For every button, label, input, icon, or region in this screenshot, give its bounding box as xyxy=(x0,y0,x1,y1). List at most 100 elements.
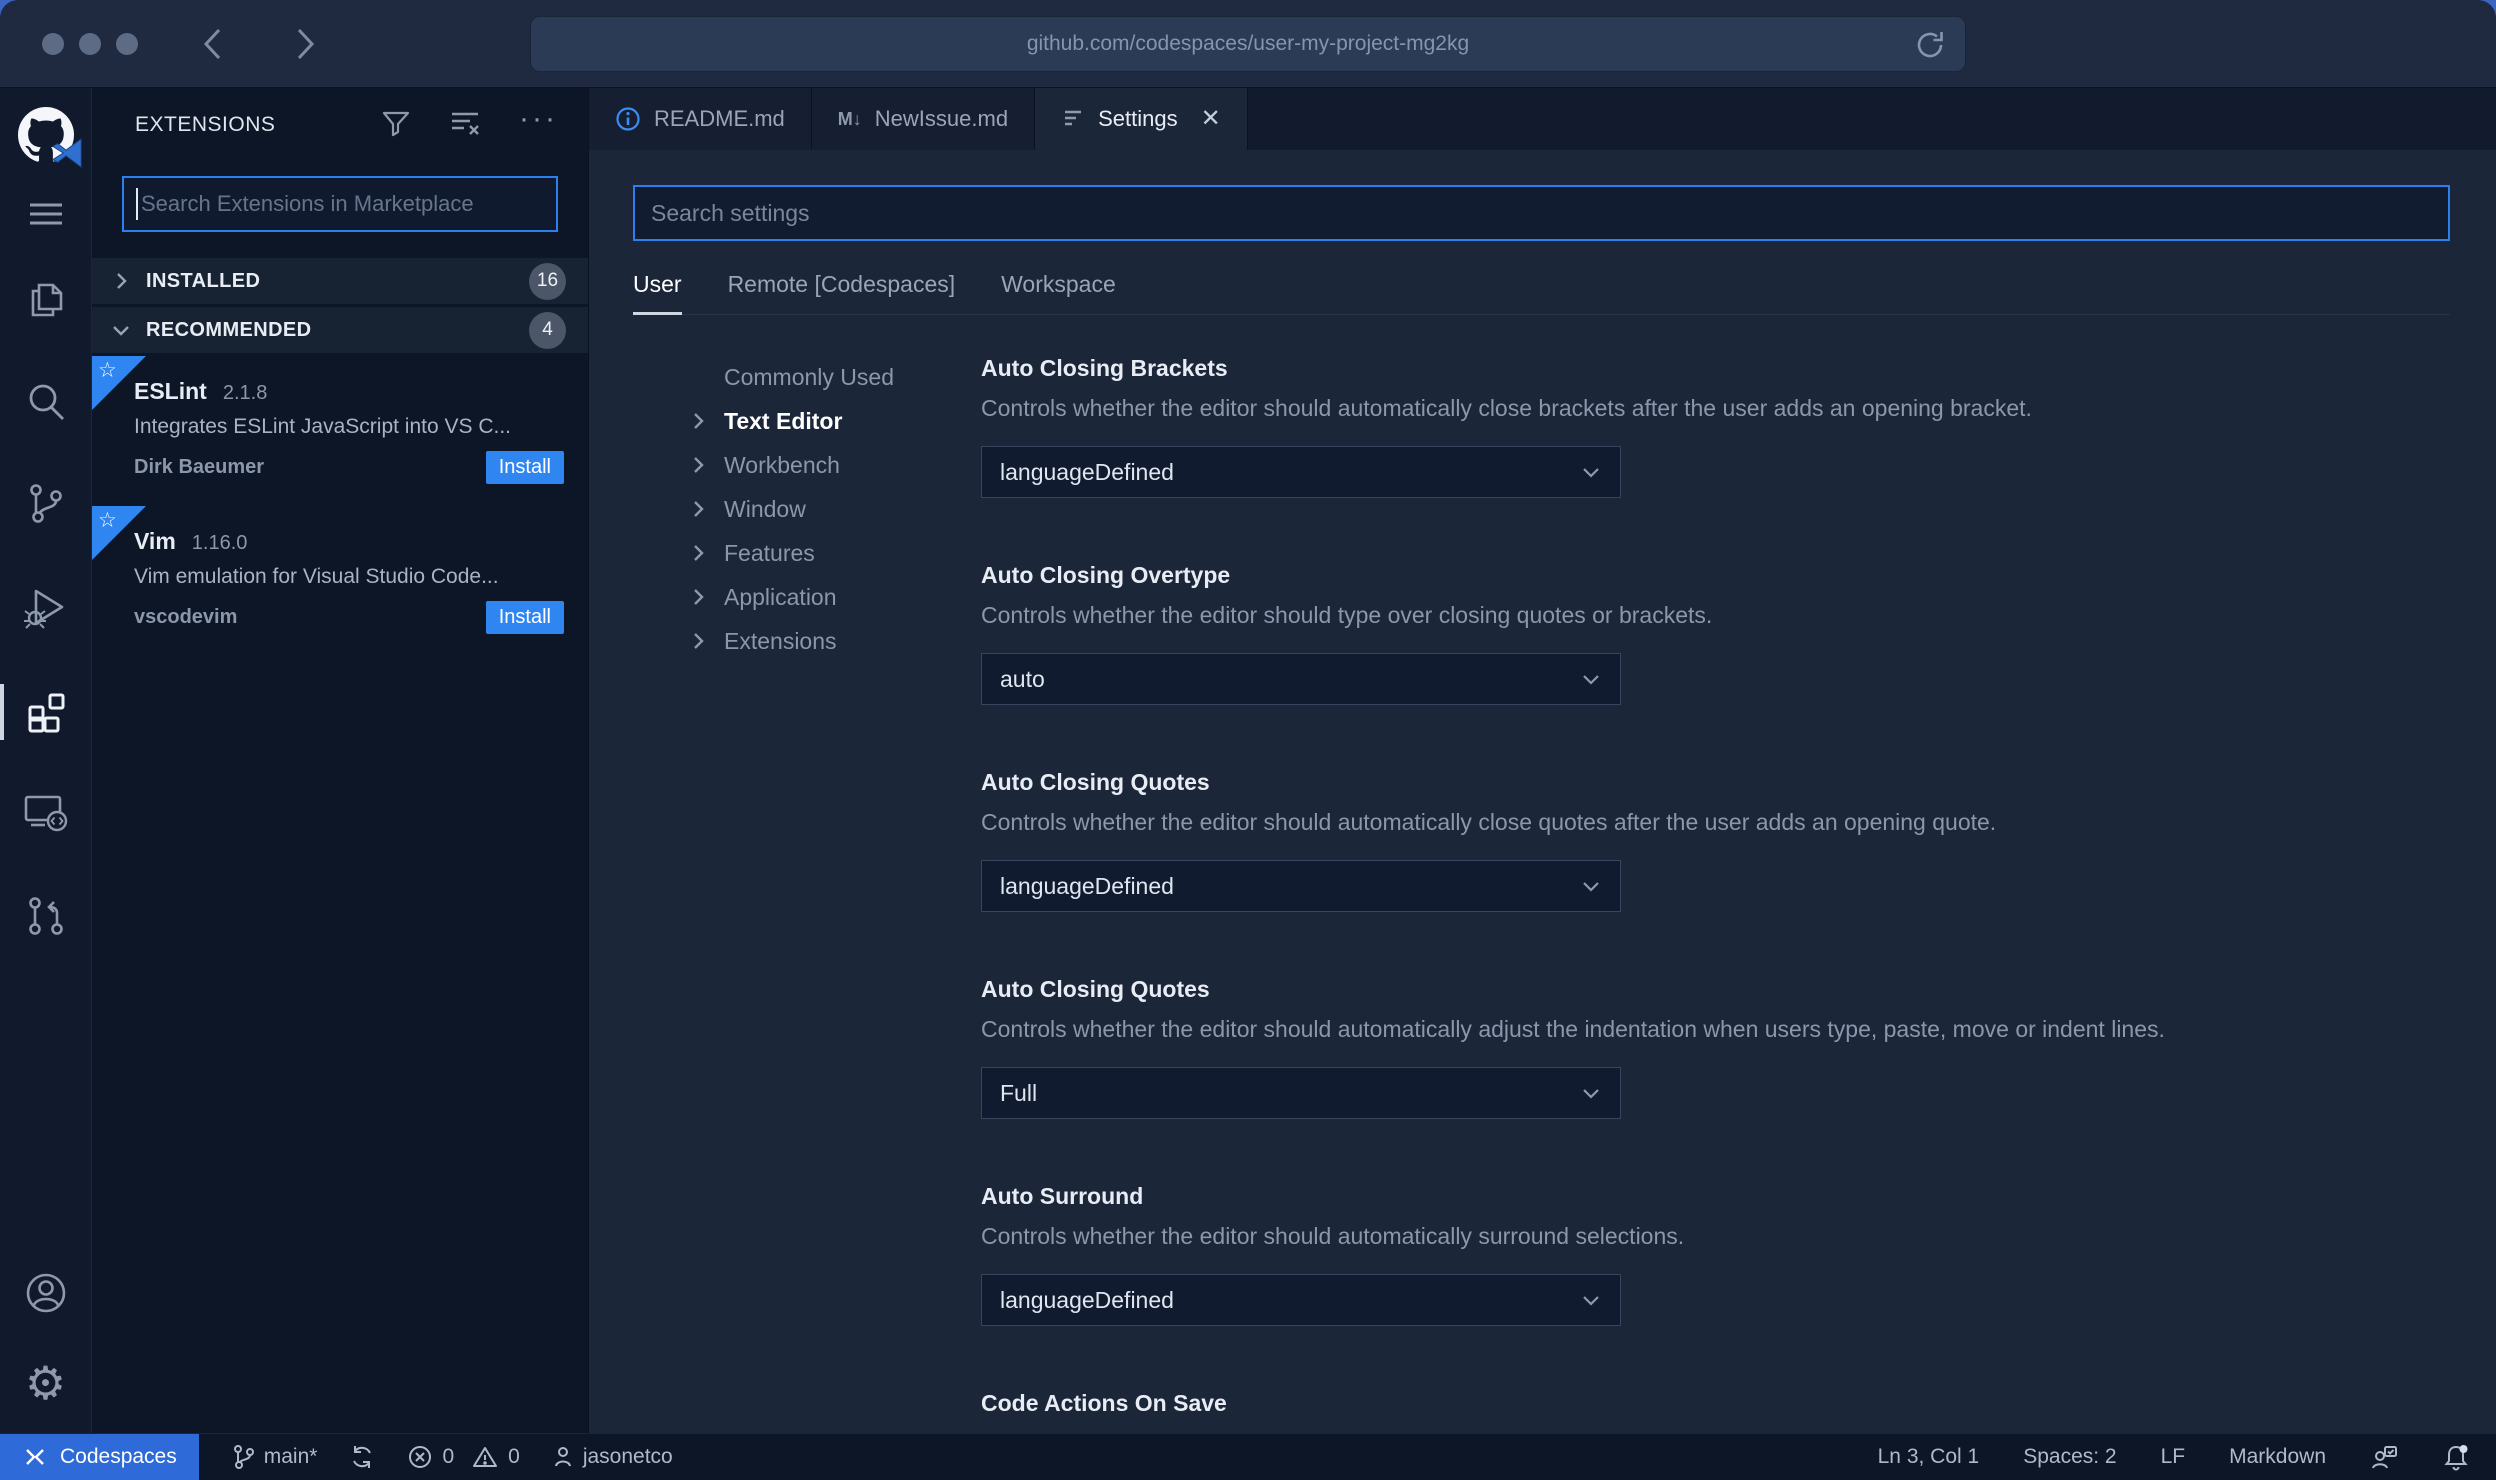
remote-explorer-icon xyxy=(24,795,67,832)
chevron-down-icon xyxy=(1583,675,1599,685)
install-button[interactable]: Install xyxy=(485,601,564,634)
sidebar-item-search[interactable] xyxy=(0,370,92,434)
setting-dropdown[interactable]: languageDefined xyxy=(981,1274,1621,1326)
toc-item-extensions[interactable]: Extensions xyxy=(688,619,981,663)
sidebar-item-run-debug[interactable] xyxy=(0,576,92,640)
sync-status[interactable] xyxy=(349,1444,375,1470)
scope-tab-remote[interactable]: Remote [Codespaces] xyxy=(728,271,956,314)
section-recommended[interactable]: RECOMMENDED 4 xyxy=(92,307,588,353)
remote-indicator[interactable]: Codespaces xyxy=(0,1434,199,1480)
star-icon: ☆ xyxy=(98,509,117,532)
filter-icon xyxy=(382,111,410,136)
back-button[interactable] xyxy=(198,27,228,61)
chevron-right-icon xyxy=(694,589,704,605)
tab-newissue[interactable]: M↓ NewIssue.md xyxy=(811,88,1036,150)
settings-editor: Search settings User Remote [Codespaces]… xyxy=(589,150,2496,1433)
address-bar[interactable]: github.com/codespaces/user-my-project-mg… xyxy=(530,16,1966,72)
extensions-search-input[interactable]: Search Extensions in Marketplace xyxy=(122,176,558,232)
install-button[interactable]: Install xyxy=(485,451,564,484)
setting-title: Auto Surround xyxy=(981,1183,1144,1209)
sidebar-item-extensions[interactable] xyxy=(0,680,92,744)
account-icon xyxy=(26,1273,65,1313)
window-close-button[interactable] xyxy=(42,32,64,55)
window-zoom-button[interactable] xyxy=(116,32,138,55)
installed-count-badge: 16 xyxy=(529,262,566,300)
sidebar-item-explorer[interactable] xyxy=(0,268,92,332)
settings-search-input[interactable]: Search settings xyxy=(633,185,2450,241)
eol-sequence[interactable]: LF xyxy=(2161,1445,2186,1469)
remote-label: Codespaces xyxy=(60,1445,177,1468)
problems-status[interactable]: 0 0 xyxy=(407,1444,520,1470)
clear-search-button[interactable] xyxy=(449,108,481,143)
section-installed[interactable]: INSTALLED 16 xyxy=(92,258,588,304)
setting-auto-surround: Auto Surround Controls whether the edito… xyxy=(981,1183,2436,1326)
toc-item-workbench[interactable]: Workbench xyxy=(688,443,981,487)
gear-icon: ⚙ xyxy=(24,1357,67,1409)
tab-bar: README.md M↓ NewIssue.md Settings ✕ xyxy=(589,88,2496,150)
setting-dropdown[interactable]: Full xyxy=(981,1067,1621,1119)
language-mode[interactable]: Markdown xyxy=(2229,1445,2326,1469)
feedback-button[interactable] xyxy=(2370,1444,2398,1470)
toc-item-text-editor[interactable]: Text Editor xyxy=(688,399,981,443)
close-icon[interactable]: ✕ xyxy=(1201,107,1221,131)
indentation[interactable]: Spaces: 2 xyxy=(2023,1445,2116,1469)
setting-dropdown[interactable]: auto xyxy=(981,653,1621,705)
error-count: 0 xyxy=(442,1445,455,1468)
settings-scope-tabs: User Remote [Codespaces] Workspace xyxy=(633,271,2450,315)
toc-item-application[interactable]: Application xyxy=(688,575,981,619)
setting-description: Controls whether the editor should autom… xyxy=(981,1223,1685,1249)
cursor-position-label: Ln 3, Col 1 xyxy=(1877,1445,1980,1468)
chevron-right-icon xyxy=(694,501,704,517)
setting-dropdown[interactable]: languageDefined xyxy=(981,860,1621,912)
setting-title: Auto Closing Quotes xyxy=(981,976,1210,1002)
toc-item-features[interactable]: Features xyxy=(688,531,981,575)
setting-description: Controls whether the editor should autom… xyxy=(981,395,2032,421)
tab-settings[interactable]: Settings ✕ xyxy=(1035,88,1248,150)
toc-item-window[interactable]: Window xyxy=(688,487,981,531)
forward-button[interactable] xyxy=(290,27,320,61)
remote-icon xyxy=(26,1449,44,1465)
tab-readme[interactable]: README.md xyxy=(589,88,812,150)
extension-item-vim[interactable]: ☆ Vim 1.16.0 Vim emulation for Visual St… xyxy=(92,506,588,656)
toc-item-commonly-used[interactable]: Commonly Used xyxy=(688,355,981,399)
account-button[interactable] xyxy=(0,1261,92,1325)
account-status[interactable]: jasonetco xyxy=(552,1444,673,1470)
menu-button[interactable] xyxy=(0,182,92,246)
cursor-position[interactable]: Ln 3, Col 1 xyxy=(1878,1445,1980,1469)
extension-version: 2.1.8 xyxy=(222,382,268,404)
search-icon xyxy=(29,384,64,420)
settings-gear-button[interactable]: ⚙ xyxy=(0,1351,92,1415)
chevron-right-icon xyxy=(694,633,704,649)
sidebar-item-source-control[interactable] xyxy=(0,472,92,536)
toc-label: Text Editor xyxy=(724,407,843,434)
sidebar-title: EXTENSIONS xyxy=(135,113,276,136)
filter-button[interactable] xyxy=(381,108,411,143)
section-label: INSTALLED xyxy=(146,269,261,292)
branch-label: main* xyxy=(263,1445,318,1468)
branch-status[interactable]: main* xyxy=(231,1444,318,1470)
scope-tab-workspace[interactable]: Workspace xyxy=(1001,271,1116,314)
setting-auto-closing-quotes: Auto Closing Quotes Controls whether the… xyxy=(981,769,2436,912)
reload-button[interactable] xyxy=(1913,28,1947,68)
star-icon: ☆ xyxy=(98,359,117,382)
notifications-button[interactable] xyxy=(2442,1443,2470,1471)
setting-dropdown[interactable]: languageDefined xyxy=(981,446,1621,498)
browser-chrome: github.com/codespaces/user-my-project-mg… xyxy=(0,0,2496,88)
extension-item-eslint[interactable]: ☆ ESLint 2.1.8 Integrates ESLint JavaScr… xyxy=(92,356,588,506)
eol-label: LF xyxy=(2160,1445,2186,1468)
extensions-sidebar: EXTENSIONS ··· Search Extensions in Mark… xyxy=(92,88,589,1433)
scope-tab-user[interactable]: User xyxy=(633,271,682,315)
info-icon xyxy=(616,107,640,131)
sidebar-item-pull-requests[interactable] xyxy=(0,884,92,948)
reload-icon xyxy=(1917,32,1943,58)
github-codespaces-logo[interactable] xyxy=(0,98,92,172)
window-minimize-button[interactable] xyxy=(79,32,101,55)
setting-auto-closing-brackets: Auto Closing Brackets Controls whether t… xyxy=(981,355,2436,498)
setting-title: Auto Closing Brackets xyxy=(981,355,1228,381)
dropdown-value: languageDefined xyxy=(1000,1286,1174,1313)
browser-window: github.com/codespaces/user-my-project-mg… xyxy=(0,0,2496,1480)
sidebar-item-remote-explorer[interactable] xyxy=(0,780,92,844)
menu-icon xyxy=(29,203,62,225)
source-control-icon xyxy=(29,484,62,523)
settings-editor-icon xyxy=(1065,110,1082,126)
